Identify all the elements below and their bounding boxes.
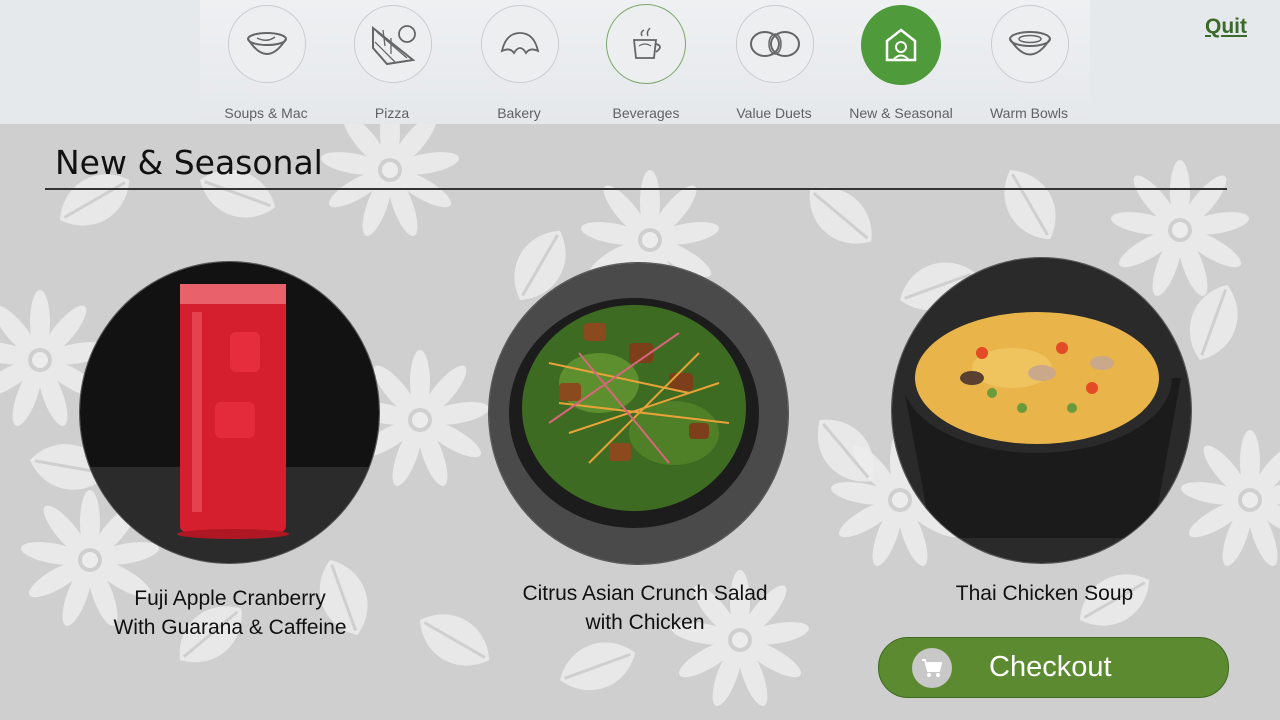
coffee-cup-icon [606,4,686,84]
item-name-line: with Chicken [585,611,705,634]
croissant-icon [481,5,559,83]
item-name-line: Citrus Asian Crunch Salad [522,582,768,605]
warm-bowl-icon [991,5,1069,83]
cart-icon [912,648,952,688]
category-value-duets[interactable]: Value Duets [710,0,838,124]
checkout-label: Checkout [989,651,1112,683]
pizza-icon [354,5,432,83]
item-name-fuji-apple-cranberry[interactable]: Fuji Apple Cranberry With Guarana & Caff… [80,584,380,642]
quit-link[interactable]: Quit [1205,15,1247,39]
category-soups-mac[interactable]: Soups & Mac [202,0,330,124]
category-beverages[interactable]: Beverages [582,0,710,124]
citrus-asian-crunch-salad-photo[interactable] [489,263,788,564]
category-pizza[interactable]: Pizza [328,0,456,124]
category-label: Soups & Mac [224,105,308,121]
thai-chicken-soup-photo[interactable] [892,258,1191,563]
fuji-apple-cranberry-photo[interactable] [80,262,379,563]
item-name-thai-chicken-soup[interactable]: Thai Chicken Soup [892,579,1197,608]
soup-bowl-icon [228,5,306,83]
title-divider [45,188,1227,190]
checkout-button[interactable]: Checkout [878,637,1229,698]
category-bakery[interactable]: Bakery [455,0,583,124]
category-label: New & Seasonal [849,105,953,121]
page-title: New & Seasonal [55,143,323,182]
category-warm-bowls[interactable]: Warm Bowls [965,0,1093,124]
item-name-line: Thai Chicken Soup [955,582,1134,605]
item-name-line: Fuji Apple Cranberry [134,587,326,610]
item-name-citrus-asian-crunch-salad[interactable]: Citrus Asian Crunch Salad with Chicken [489,579,801,637]
item-name-line: With Guarana & Caffeine [113,616,347,639]
new-seasonal-icon [861,5,941,85]
category-label: Warm Bowls [989,105,1069,121]
category-strip: Soups & Mac Pizza Bakery Beverages Value… [200,0,1090,124]
category-label: Value Duets [736,105,812,121]
category-label: Bakery [497,105,541,121]
category-label: Pizza [374,105,410,121]
category-label: Beverages [612,105,680,121]
category-new-seasonal[interactable]: New & Seasonal [837,0,965,124]
rings-icon [736,5,814,83]
